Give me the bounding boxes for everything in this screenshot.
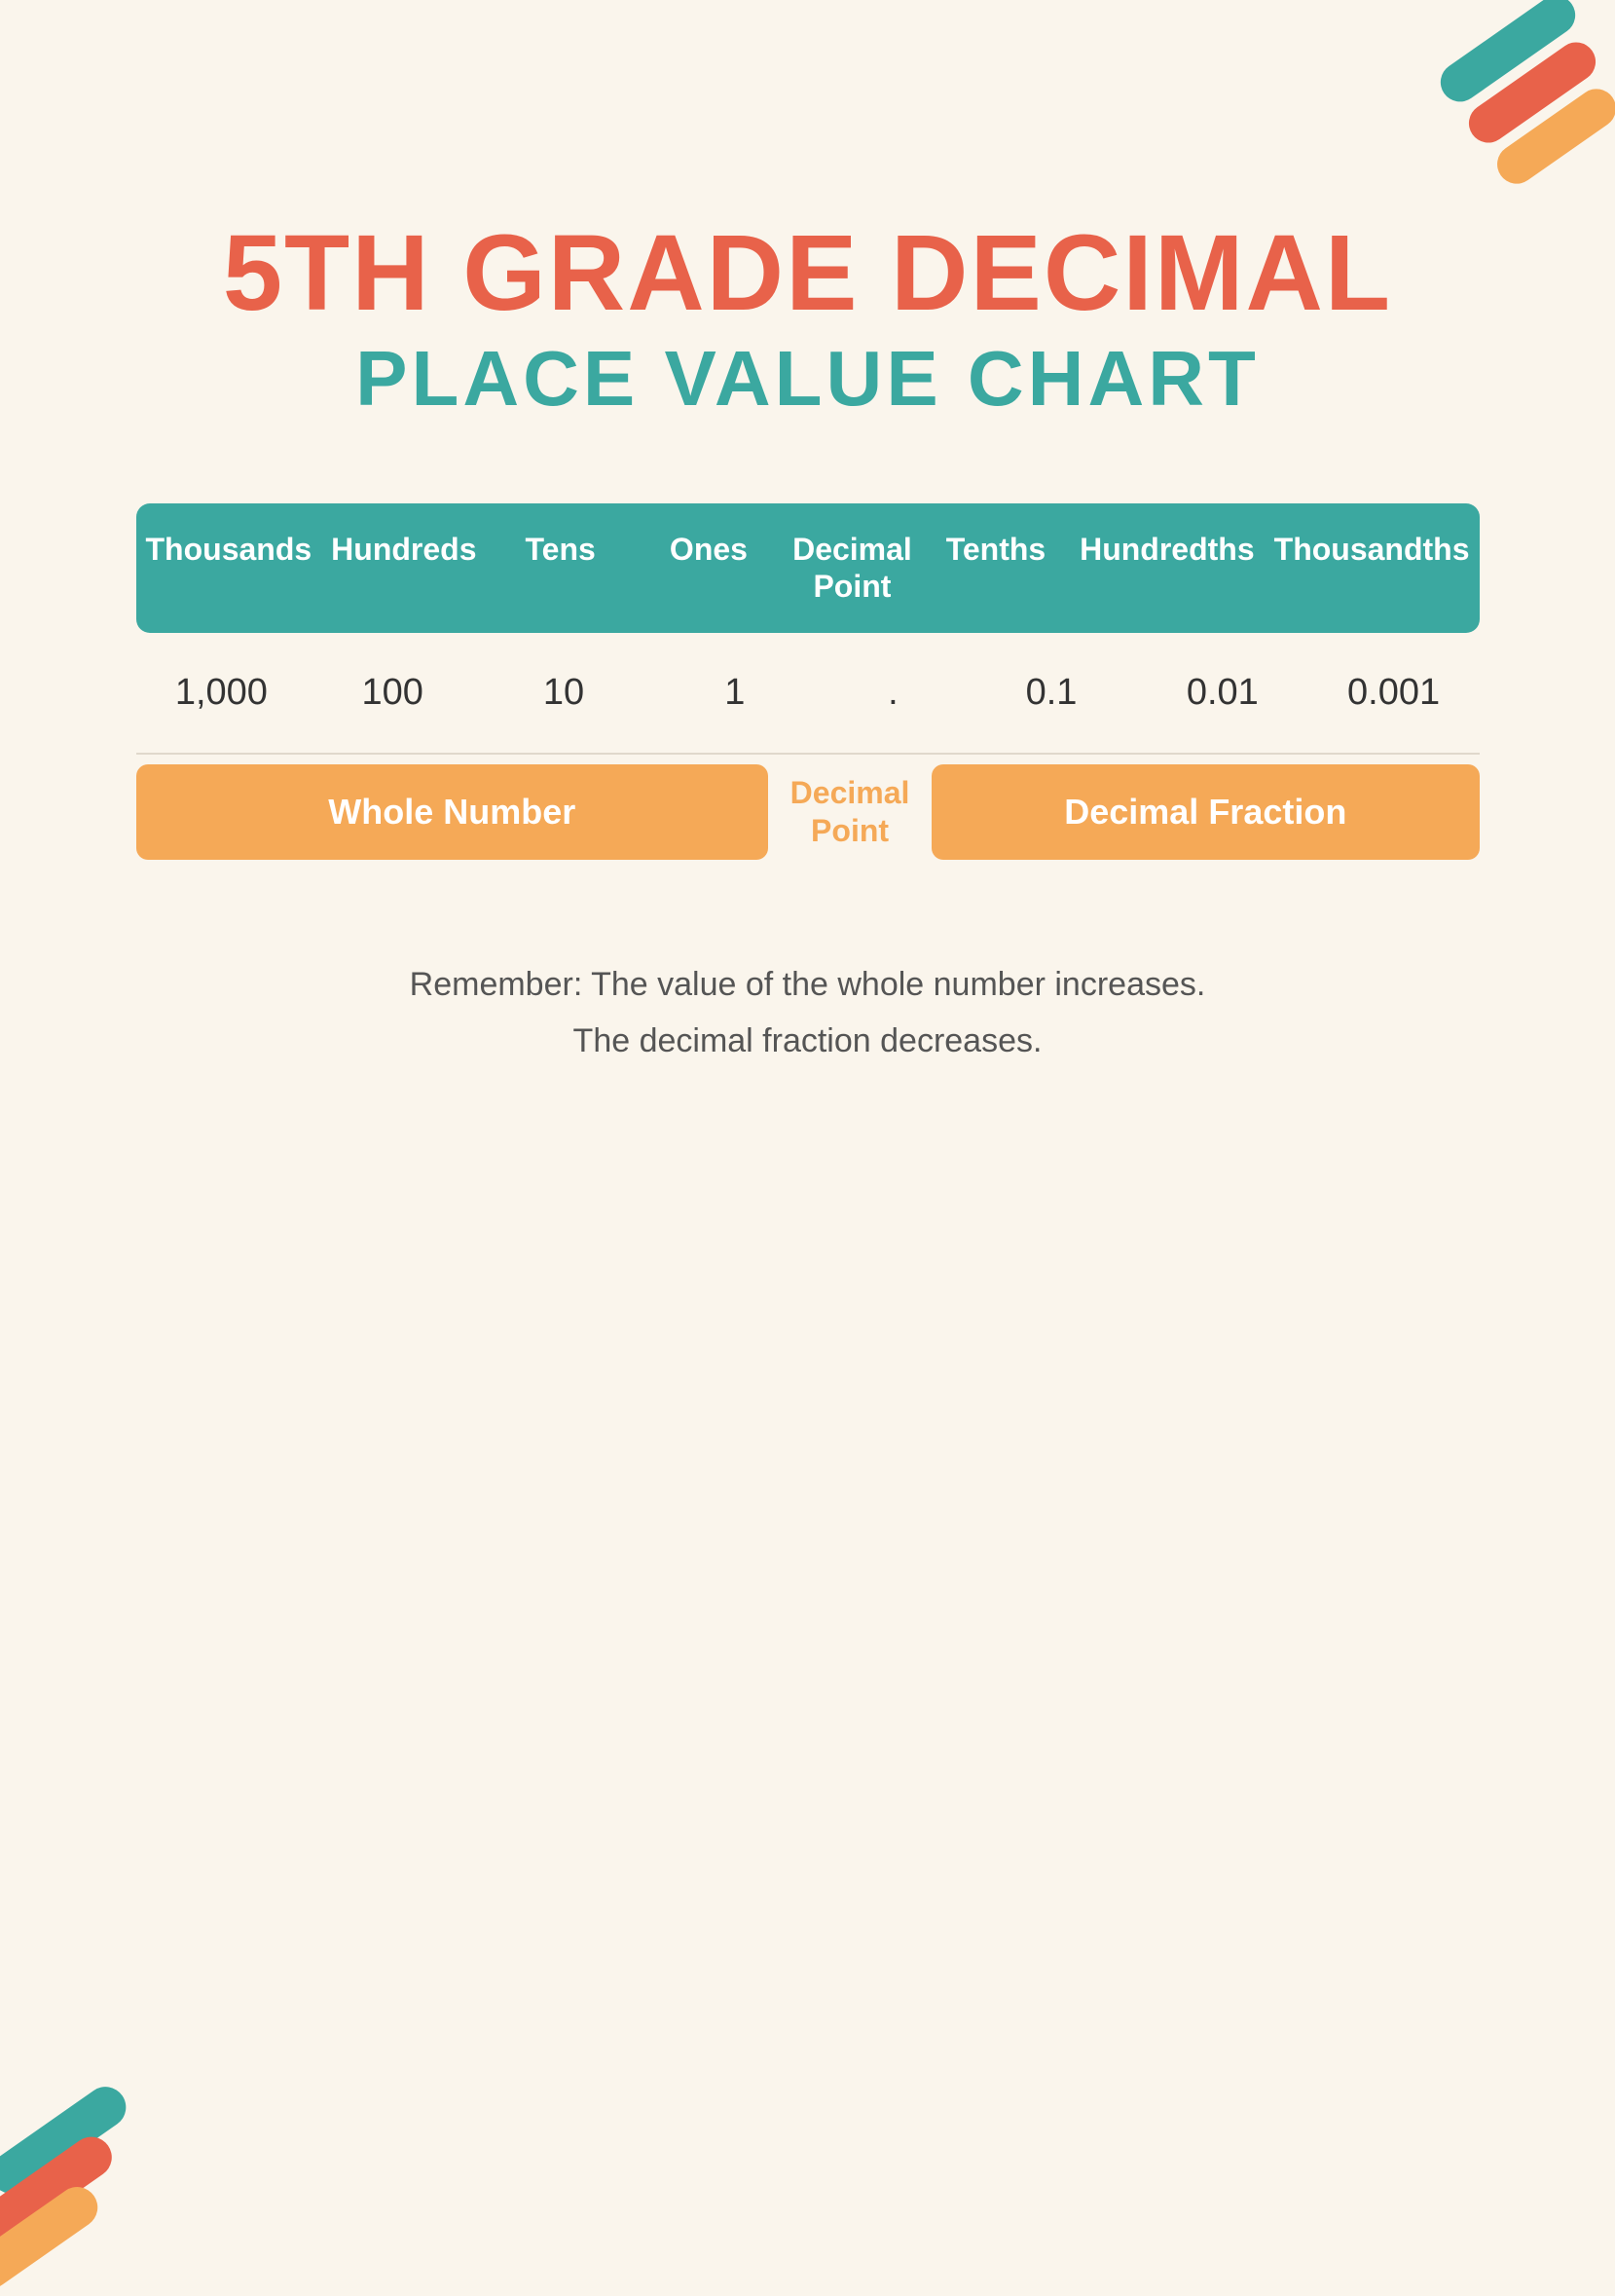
remember-line1: Remember: The value of the whole number … (410, 957, 1206, 1014)
remember-line2: The decimal fraction decreases. (410, 1014, 1206, 1070)
decimal-point-label: Decimal Point (768, 764, 932, 860)
value-hundreds: 100 (307, 672, 478, 714)
header-thousandths: Thousandths (1265, 503, 1480, 633)
page-title-line2: PLACE VALUE CHART (355, 332, 1260, 426)
value-thousandths: 0.001 (1308, 672, 1480, 714)
value-decimal-point: . (821, 672, 966, 714)
header-hundredths: Hundredths (1070, 503, 1265, 633)
header-thousands: Thousands (136, 503, 322, 633)
value-tenths: 0.1 (966, 672, 1137, 714)
header-hundreds: Hundreds (321, 503, 486, 633)
main-content: 5TH GRADE DECIMAL PLACE VALUE CHART Thou… (0, 0, 1615, 1069)
remember-section: Remember: The value of the whole number … (410, 957, 1206, 1070)
table-labels-row: Whole Number Decimal Point Decimal Fract… (136, 764, 1480, 860)
value-thousands: 1,000 (136, 672, 308, 714)
header-tens: Tens (487, 503, 635, 633)
whole-number-label: Whole Number (136, 764, 769, 860)
decimal-fraction-label: Decimal Fraction (932, 764, 1479, 860)
place-value-table: Thousands Hundreds Tens Ones Decimal Poi… (136, 503, 1480, 860)
table-header-row: Thousands Hundreds Tens Ones Decimal Poi… (136, 503, 1480, 633)
value-ones: 1 (649, 672, 821, 714)
header-decimal-point: Decimal Point (783, 503, 922, 633)
value-hundredths: 0.01 (1137, 672, 1308, 714)
page-title-line1: 5TH GRADE DECIMAL (223, 214, 1392, 332)
table-values-row: 1,000 100 10 1 . 0.1 0.01 0.001 (136, 633, 1480, 755)
bottom-left-decoration (0, 2034, 214, 2277)
header-tenths: Tenths (922, 503, 1070, 633)
header-ones: Ones (635, 503, 783, 633)
value-tens: 10 (478, 672, 649, 714)
